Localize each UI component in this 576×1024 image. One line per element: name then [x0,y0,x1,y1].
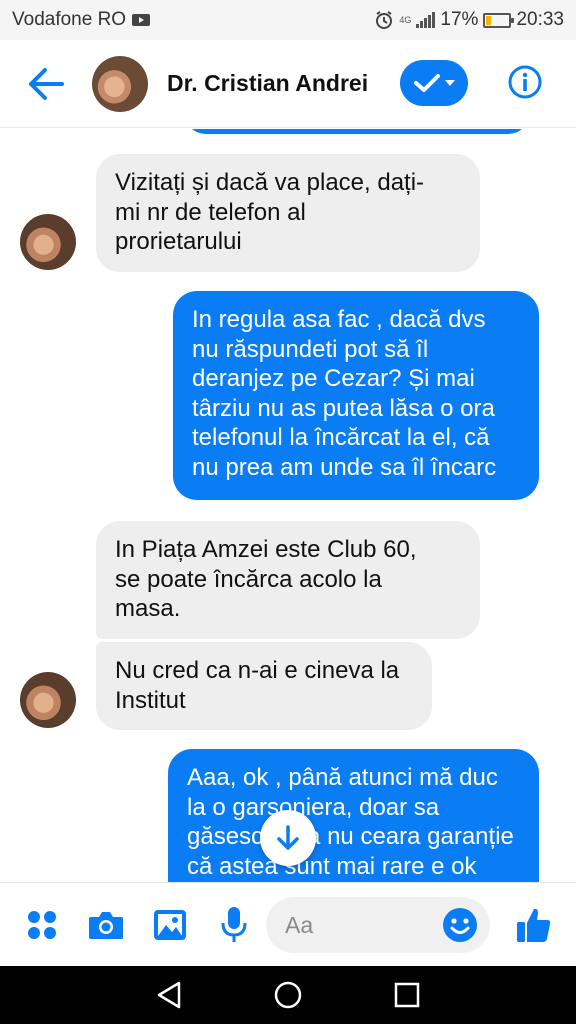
clock: 20:33 [516,9,564,30]
gallery-button[interactable] [148,903,192,947]
home-circle-icon [274,981,302,1009]
composer-bar: Aa [0,882,576,966]
check-icon [414,74,440,92]
battery-icon [483,12,515,28]
recents-square-icon [394,982,419,1008]
network-type-label: 4G [399,14,412,25]
conversation-header: Dr. Cristian Andrei [0,40,576,128]
message-bubble-incoming[interactable]: Vizitați și dacă va place, dați- mi nr d… [96,154,480,272]
menu-dots-icon [28,911,56,939]
info-button[interactable] [505,62,545,102]
contact-name[interactable]: Dr. Cristian Andrei [167,70,368,97]
sender-avatar[interactable] [20,672,76,728]
message-input-placeholder: Aa [285,912,314,938]
system-navigation-bar [0,966,576,1024]
back-button[interactable] [0,40,92,128]
signal-icon [416,12,436,28]
verify-button[interactable] [400,60,468,106]
message-list[interactable]: Vizitați și dacă va place, dați- mi nr d… [0,129,576,882]
triangle-back-icon [158,981,181,1009]
voice-message-button[interactable] [212,903,256,947]
emoji-icon[interactable] [442,907,478,943]
more-actions-button[interactable] [20,903,64,947]
camera-button[interactable] [84,903,128,947]
nav-home-button[interactable] [266,973,310,1017]
alarm-icon [376,11,393,29]
sender-avatar[interactable] [20,214,76,270]
thumbs-up-icon [517,908,551,942]
microphone-icon [221,907,247,942]
carrier-label: Vodafone RO [12,9,127,30]
nav-back-button[interactable] [147,973,191,1017]
battery-percent: 17% [440,9,479,30]
contact-avatar[interactable] [92,56,148,112]
video-icon [132,14,151,26]
back-arrow-icon [29,67,64,100]
arrow-down-icon [277,825,299,850]
nav-recents-button[interactable] [385,973,429,1017]
message-input[interactable]: Aa [266,897,490,953]
previous-message-bubble[interactable] [184,129,530,134]
chevron-down-icon [445,80,455,86]
message-bubble-incoming[interactable]: In Piața Amzei este Club 60, se poate în… [96,521,480,639]
status-bar: Vodafone RO 4G 17% 20:33 [0,0,576,40]
info-icon [508,65,542,99]
like-button[interactable] [512,903,556,947]
gallery-icon [154,910,186,940]
message-bubble-outgoing-last[interactable]: Aaa, ok , până atunci mă duc la o garson… [168,749,539,882]
scroll-to-bottom-button[interactable] [260,810,316,866]
message-bubble-incoming[interactable]: Nu cred ca n-ai e cineva la Institut [96,642,432,730]
camera-icon [89,912,123,939]
message-bubble-outgoing[interactable]: In regula asa fac , dacă dvs nu răspunde… [173,291,539,500]
